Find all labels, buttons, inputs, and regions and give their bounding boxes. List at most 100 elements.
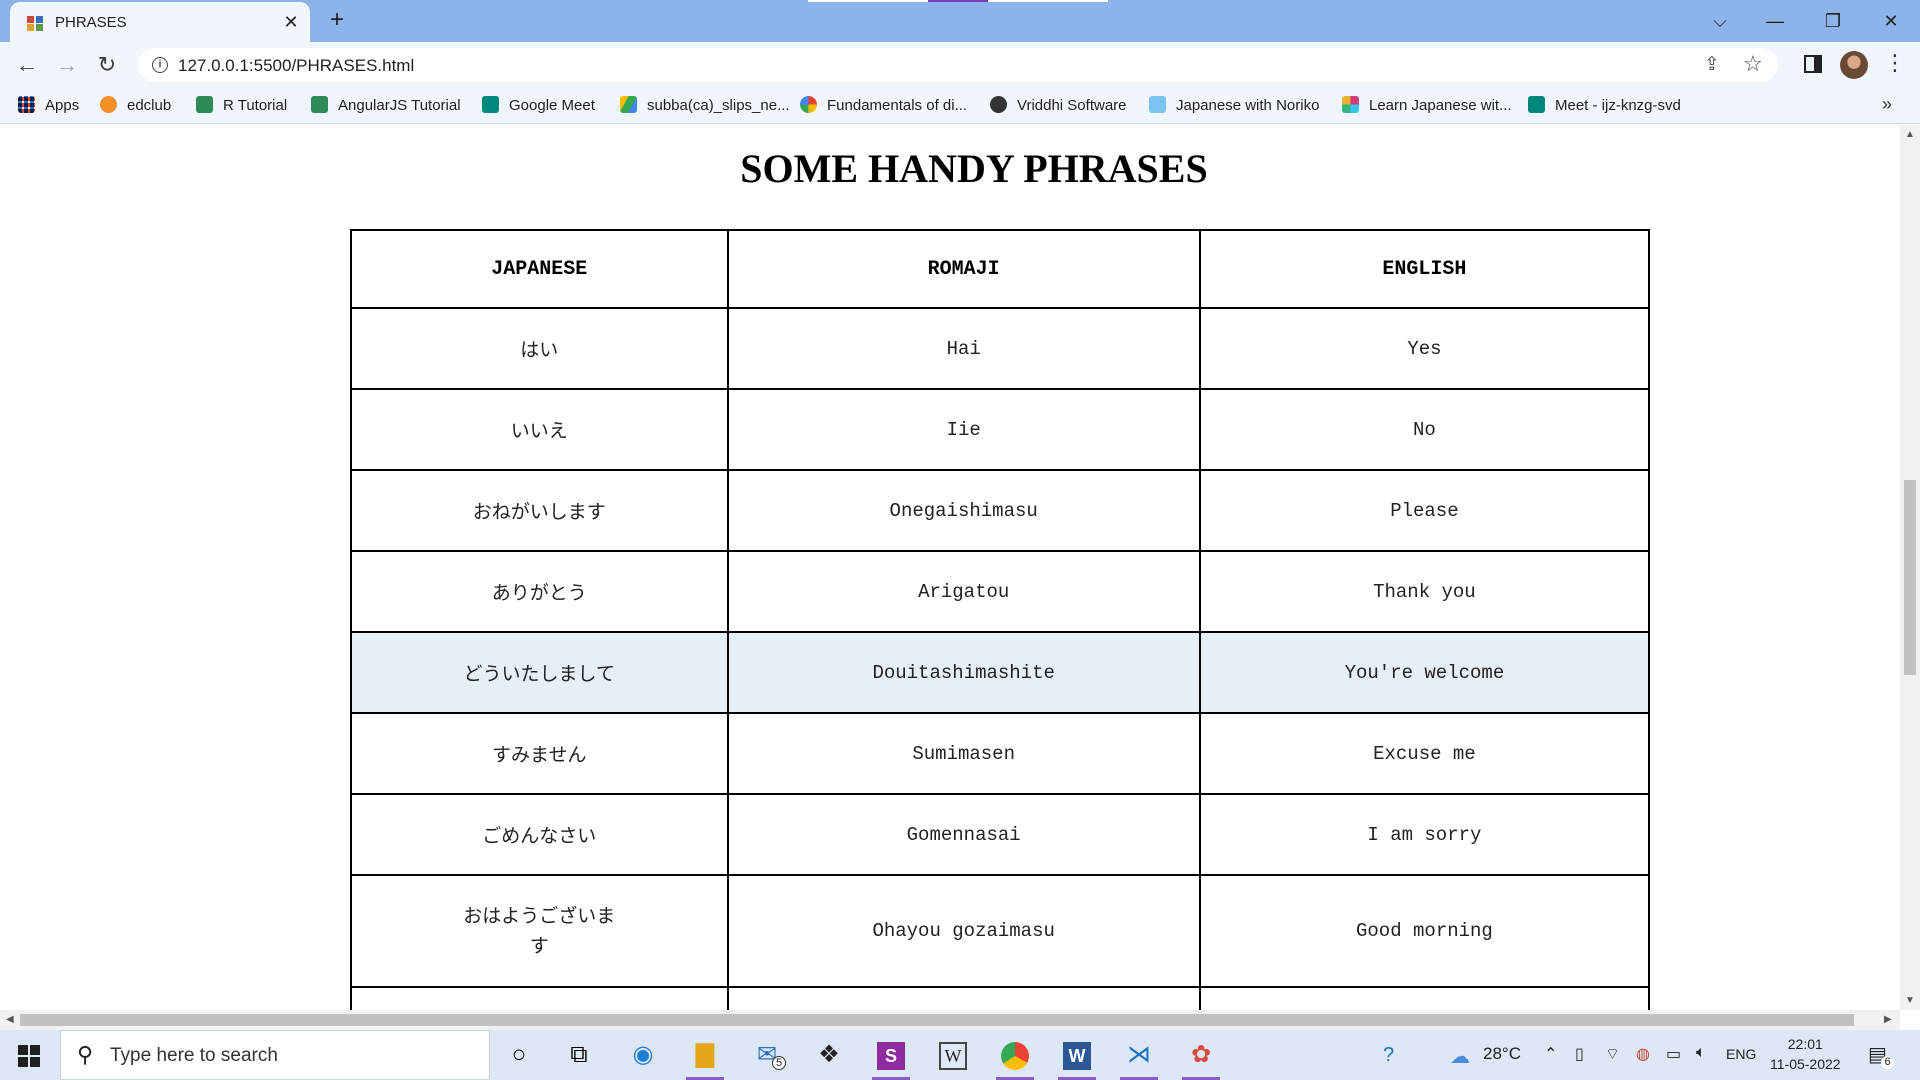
forward-arrow-icon[interactable]: → [52,50,82,80]
bookmark-drive-slips[interactable]: subba(ca)_slips_ne... [620,96,790,116]
minimize-button[interactable]: — [1760,6,1790,36]
scroll-down-arrow-icon[interactable]: ▼ [1905,995,1915,1006]
vertical-scroll-thumb[interactable] [1904,480,1916,675]
url-text[interactable]: 127.0.0.1:5500/PHRASES.html [178,56,414,76]
mail-badge: 5 [772,1056,786,1070]
tab-phrases[interactable]: PHRASES ✕ [10,2,310,42]
w3-icon [196,96,213,113]
language-indicator[interactable]: ENG [1726,1046,1756,1062]
bookmark-r-tutorial[interactable]: R Tutorial [196,96,287,116]
vscode-icon[interactable]: ⋊ [1120,1038,1158,1080]
horizontal-scroll-thumb[interactable] [20,1014,1854,1026]
mail-icon[interactable]: ✉ 5 [748,1038,786,1072]
close-window-button[interactable]: ✕ [1876,6,1906,36]
cell-japanese: おねがいします [350,469,729,552]
app-s-icon[interactable]: S [872,1038,910,1080]
cell-english: Excuse me [1198,712,1651,795]
cell-romaji: Douitashimashite [726,631,1201,714]
show-hidden-icons-icon[interactable]: ⌃ [1544,1044,1557,1064]
bookmark-google-meet[interactable]: Google Meet [482,96,595,116]
noriko-icon [1149,96,1166,113]
scroll-up-arrow-icon[interactable]: ▲ [1905,129,1915,140]
cell-japanese: すみません [350,712,729,795]
cell-romaji: Onegaishimasu [726,469,1201,552]
cell-romaji: Gomennasai [726,793,1201,876]
temperature-text[interactable]: 28°C [1483,1044,1521,1064]
windows-start-icon[interactable] [18,1045,40,1067]
bookmark-star-icon[interactable]: ☆ [1743,51,1763,77]
tab-search-icon[interactable]: ⌵ [1705,6,1735,36]
table-row: おはようございます Ohayou gozaimasu Good morning [350,874,1651,988]
word-icon[interactable]: W [1058,1038,1096,1080]
cell-japanese: ごめんなさい [350,793,729,876]
cell-japanese: いいえ [350,388,729,471]
taskbar-search-box[interactable]: ⚲ Type here to search [60,1030,490,1080]
address-bar[interactable]: i 127.0.0.1:5500/PHRASES.html ⇪ ☆ [138,48,1778,82]
slack-icon [1342,96,1359,113]
sync-icon[interactable]: ◍ [1636,1044,1650,1064]
column-header-english: ENGLISH [1198,229,1651,309]
table-row: いいえ Iie No [350,388,1651,471]
bookmark-learn-japanese[interactable]: Learn Japanese wit... [1342,96,1512,116]
wikipedia-icon[interactable]: W [934,1038,972,1072]
apps-grid-icon [18,96,35,113]
cell-english: You're welcome [1198,631,1651,714]
weather-icon[interactable]: ☁ [1450,1044,1470,1069]
scroll-right-arrow-icon[interactable]: ▶ [1884,1014,1892,1025]
page-viewport: SOME HANDY PHRASES JAPANESE ROMAJI ENGLI… [0,125,1900,1010]
bookmark-japanese-with-noriko[interactable]: Japanese with Noriko [1149,96,1319,116]
edclub-icon [100,96,117,113]
page-title: SOME HANDY PHRASES [740,146,1208,191]
chrome-icon[interactable] [996,1038,1034,1080]
browser-toolbar: ← → ↻ i 127.0.0.1:5500/PHRASES.html ⇪ ☆ … [0,42,1920,88]
dropbox-icon[interactable]: ❖ [810,1038,848,1072]
reload-icon[interactable]: ↻ [92,50,122,80]
back-arrow-icon[interactable]: ← [12,50,42,80]
tab-title: PHRASES [55,14,127,31]
chrome-menu-icon[interactable]: ⋮ [1884,50,1906,76]
file-explorer-icon[interactable]: ▇ [686,1038,724,1080]
bookmark-apps[interactable]: Apps [18,96,79,116]
cell-english: Thank you [1198,550,1651,633]
search-placeholder: Type here to search [110,1045,278,1066]
cell-english: Please [1198,469,1651,552]
table-row: ありがとう Arigatou Thank you [350,550,1651,633]
cell-romaji: Hai [726,307,1201,390]
network-icon[interactable]: ⌔ [1605,1044,1620,1064]
task-view-icon[interactable]: ⧉ [560,1038,598,1072]
new-tab-button[interactable]: + [324,8,350,34]
cell-english: Yes [1198,307,1651,390]
more-bookmarks-icon[interactable]: » [1882,94,1892,115]
share-icon[interactable]: ⇪ [1704,53,1720,76]
site-info-icon[interactable]: i [152,57,168,73]
cell-japanese: どういたしまして [350,631,729,714]
scroll-left-arrow-icon[interactable]: ◀ [6,1014,14,1025]
tab-close-icon[interactable]: ✕ [280,11,302,33]
globe-icon [990,96,1007,113]
bookmark-angularjs-tutorial[interactable]: AngularJS Tutorial [311,96,461,116]
horizontal-scrollbar[interactable]: ◀ ▶ [0,1010,1900,1030]
notifications-icon[interactable]: ▤ 6 [1868,1042,1894,1069]
battery-icon[interactable]: ▭ [1666,1044,1681,1064]
device-icon[interactable]: ▯ [1575,1044,1584,1064]
table-row-hovered: どういたしまして Douitashimashite You're welcome [350,631,1651,714]
side-panel-icon[interactable] [1804,55,1822,73]
page-favicon-icon [27,16,43,31]
vertical-scrollbar[interactable]: ▲ ▼ [1900,125,1920,1010]
system-clock[interactable]: 22:01 11-05-2022 [1770,1034,1841,1074]
bookmark-edclub[interactable]: edclub [100,96,171,116]
cortana-icon[interactable]: ○ [500,1038,538,1072]
windows-taskbar: ⚲ Type here to search ○ ⧉ ◉ ▇ ✉ 5 ❖ S W W… [0,1030,1920,1080]
paint-icon[interactable]: ✿ [1182,1038,1220,1080]
bookmark-fundamentals[interactable]: Fundamentals of di... [800,96,967,116]
profile-avatar[interactable] [1840,51,1868,79]
search-icon: ⚲ [77,1042,94,1067]
cell-romaji: Sumimasen [726,712,1201,795]
cell-romaji: Ohayou gozaimasu [726,874,1201,988]
restore-button[interactable]: ❐ [1818,6,1848,36]
edge-icon[interactable]: ◉ [624,1038,662,1072]
bookmark-meet-ijz[interactable]: Meet - ijz-knzg-svd [1528,96,1681,116]
bookmark-vriddhi-software[interactable]: Vriddhi Software [990,96,1127,116]
help-icon[interactable]: ? [1383,1044,1394,1067]
volume-icon[interactable]: 🔈︎ [1696,1044,1706,1062]
